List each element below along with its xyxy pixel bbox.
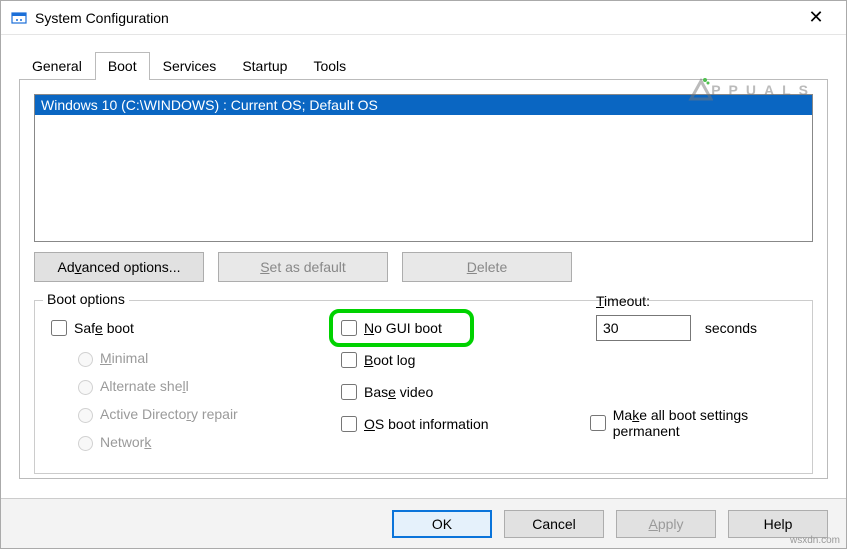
tab-services[interactable]: Services — [150, 52, 230, 80]
timeout-input[interactable] — [596, 315, 691, 341]
timeout-section: Timeout: seconds — [596, 293, 816, 341]
boot-log-checkbox[interactable]: Boot log — [337, 349, 587, 371]
boot-action-row: Advanced options... Set as default Delet… — [34, 252, 813, 282]
delete-button: Delete — [402, 252, 572, 282]
timeout-label: Timeout: — [596, 293, 816, 309]
ok-button[interactable]: OK — [392, 510, 492, 538]
boot-options-label: Boot options — [43, 291, 129, 307]
tab-startup[interactable]: Startup — [229, 52, 300, 80]
titlebar: System Configuration ✕ — [1, 1, 846, 35]
permanent-section: Make all boot settings permanent — [586, 407, 816, 449]
system-configuration-window: System Configuration ✕ PPUALS General Bo… — [0, 0, 847, 549]
os-boot-info-checkbox[interactable]: OS boot information — [337, 413, 587, 435]
no-gui-boot-checkbox[interactable]: No GUI boot — [337, 317, 587, 339]
client-area: PPUALS General Boot Services Startup Too… — [1, 35, 846, 498]
tab-tools[interactable]: Tools — [300, 52, 359, 80]
image-credit: wsxdn.com — [790, 535, 840, 546]
tabstrip: General Boot Services Startup Tools — [1, 35, 846, 79]
advanced-options-button[interactable]: Advanced options... — [34, 252, 204, 282]
ad-repair-radio: Active Directory repair — [73, 405, 337, 423]
app-icon — [11, 10, 27, 26]
help-button[interactable]: Help — [728, 510, 828, 538]
set-as-default-button: Set as default — [218, 252, 388, 282]
alternate-shell-radio: Alternate shell — [73, 377, 337, 395]
boot-options-col2: No GUI boot Boot log Base video OS — [337, 317, 587, 461]
base-video-checkbox[interactable]: Base video — [337, 381, 587, 403]
boot-options-col1: Safe boot Minimal Alternate shell A — [47, 317, 337, 461]
boot-entry-selected[interactable]: Windows 10 (C:\WINDOWS) : Current OS; De… — [35, 95, 812, 115]
minimal-radio: Minimal — [73, 349, 337, 367]
tab-general[interactable]: General — [19, 52, 95, 80]
dialog-button-bar: OK Cancel Apply Help — [1, 498, 846, 548]
network-radio: Network — [73, 433, 337, 451]
safe-boot-checkbox[interactable]: Safe boot — [47, 317, 337, 339]
window-title: System Configuration — [35, 10, 796, 26]
tab-boot[interactable]: Boot — [95, 52, 150, 80]
close-button[interactable]: ✕ — [796, 1, 836, 35]
boot-entry-list[interactable]: Windows 10 (C:\WINDOWS) : Current OS; De… — [34, 94, 813, 242]
make-permanent-checkbox[interactable]: Make all boot settings permanent — [586, 407, 816, 439]
timeout-unit: seconds — [705, 320, 757, 336]
apply-button: Apply — [616, 510, 716, 538]
cancel-button[interactable]: Cancel — [504, 510, 604, 538]
